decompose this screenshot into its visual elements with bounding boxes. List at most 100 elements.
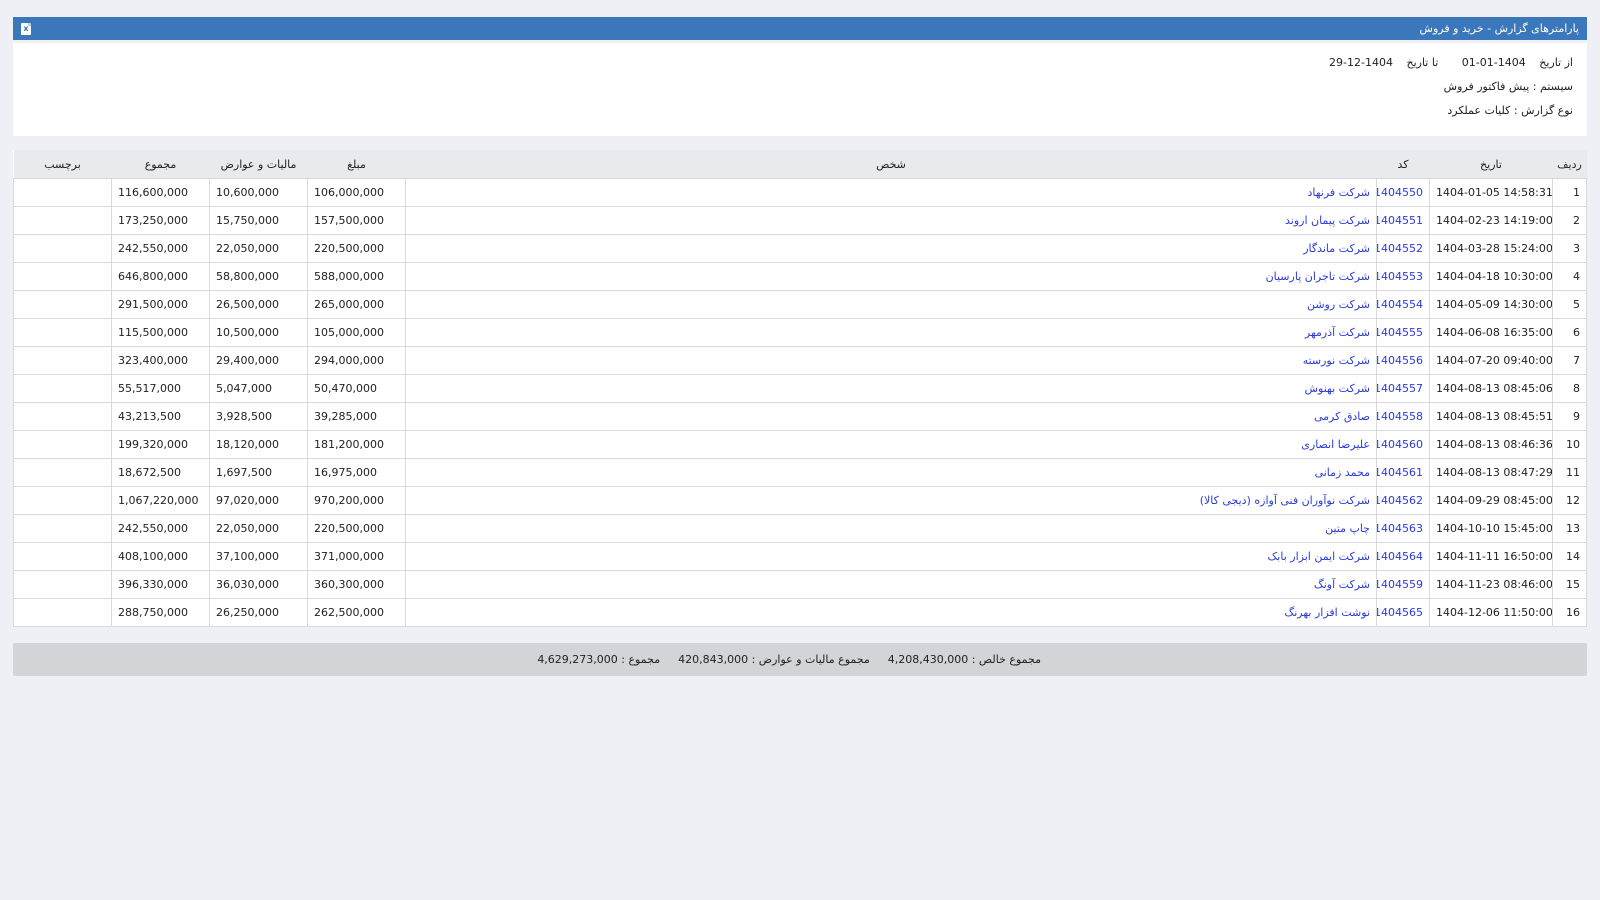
cell-amount: 262,500,000 <box>307 598 406 627</box>
cell-date: 1404-08-13 08:47:29 <box>1429 458 1553 487</box>
col-header-code[interactable]: کد <box>1376 150 1430 179</box>
cell-row-number: 4 <box>1552 262 1587 291</box>
code-link[interactable]: 1404564 <box>1378 550 1424 563</box>
cell-tag <box>13 514 112 543</box>
cell-row-number: 6 <box>1552 318 1587 347</box>
cell-total: 646,800,000 <box>111 262 210 291</box>
cell-row-number: 11 <box>1552 458 1587 487</box>
code-link[interactable]: 1404552 <box>1378 242 1424 255</box>
code-link[interactable]: 1404551 <box>1378 214 1424 227</box>
cell-row-number: 12 <box>1552 486 1587 515</box>
cell-date: 1404-07-20 09:40:00 <box>1429 346 1553 375</box>
person-link[interactable]: شرکت فرنهاد <box>1307 186 1370 199</box>
cell-amount: 360,300,000 <box>307 570 406 599</box>
person-link[interactable]: شرکت آونگ <box>1314 578 1370 591</box>
cell-tag <box>13 346 112 375</box>
cell-tax: 22,050,000 <box>209 514 308 543</box>
col-header-tag[interactable]: برچسب <box>13 150 112 179</box>
code-link[interactable]: 1404560 <box>1378 438 1424 451</box>
table-body: 1 1404-01-05 14:58:31 1404550 شرکت فرنها… <box>13 178 1587 627</box>
cell-tag <box>13 178 112 207</box>
cell-total: 18,672,500 <box>111 458 210 487</box>
cell-amount: 50,470,000 <box>307 374 406 403</box>
code-link[interactable]: 1404555 <box>1378 326 1424 339</box>
code-link[interactable]: 1404558 <box>1378 410 1424 423</box>
cell-tag <box>13 486 112 515</box>
cell-date: 1404-01-05 14:58:31 <box>1429 178 1553 207</box>
person-link[interactable]: شرکت تاجران پارسیان <box>1266 270 1370 283</box>
cell-row-number: 5 <box>1552 290 1587 319</box>
table-row: 4 1404-04-18 10:30:00 1404553 شرکت تاجرا… <box>13 262 1587 291</box>
code-link[interactable]: 1404553 <box>1378 270 1424 283</box>
cell-total: 43,213,500 <box>111 402 210 431</box>
person-link[interactable]: نوشت افزار بهرنگ <box>1284 606 1370 619</box>
cell-tax: 97,020,000 <box>209 486 308 515</box>
cell-tax: 15,750,000 <box>209 206 308 235</box>
person-link[interactable]: علیرضا انصاری <box>1301 438 1370 451</box>
report-table-container: ردیف تاریخ کد شخص مبلغ مالیات و عوارض مج… <box>13 150 1587 627</box>
col-header-tax[interactable]: مالیات و عوارض <box>209 150 308 179</box>
cell-date: 1404-09-29 08:45:00 <box>1429 486 1553 515</box>
col-header-amount[interactable]: مبلغ <box>307 150 406 179</box>
cell-row-number: 2 <box>1552 206 1587 235</box>
cell-total: 408,100,000 <box>111 542 210 571</box>
code-link[interactable]: 1404554 <box>1378 298 1424 311</box>
col-header-row[interactable]: ردیف <box>1552 150 1587 179</box>
person-link[interactable]: شرکت نورسته <box>1303 354 1370 367</box>
cell-tax: 10,500,000 <box>209 318 308 347</box>
cell-amount: 294,000,000 <box>307 346 406 375</box>
table-row: 6 1404-06-08 16:35:00 1404555 شرکت آذرمه… <box>13 318 1587 347</box>
person-link[interactable]: شرکت پیمان اروند <box>1285 214 1370 227</box>
cell-tag <box>13 458 112 487</box>
cell-tax: 26,500,000 <box>209 290 308 319</box>
cell-tax: 29,400,000 <box>209 346 308 375</box>
person-link[interactable]: محمد زمانی <box>1315 466 1370 479</box>
cell-tax: 26,250,000 <box>209 598 308 627</box>
to-date-label: تا تاریخ <box>1406 56 1439 69</box>
code-link[interactable]: 1404559 <box>1378 578 1424 591</box>
cell-tax: 36,030,000 <box>209 570 308 599</box>
code-link[interactable]: 1404556 <box>1378 354 1424 367</box>
cell-date: 1404-05-09 14:30:00 <box>1429 290 1553 319</box>
cell-amount: 106,000,000 <box>307 178 406 207</box>
cell-tax: 1,697,500 <box>209 458 308 487</box>
cell-date: 1404-08-13 08:45:06 <box>1429 374 1553 403</box>
cell-tag <box>13 430 112 459</box>
cell-tag <box>13 262 112 291</box>
cell-tag <box>13 318 112 347</box>
person-link[interactable]: چاپ متین <box>1325 522 1370 535</box>
cell-date: 1404-04-18 10:30:00 <box>1429 262 1553 291</box>
cell-date: 1404-06-08 16:35:00 <box>1429 318 1553 347</box>
person-link[interactable]: شرکت آذرمهر <box>1305 326 1370 339</box>
col-header-total[interactable]: مجموع <box>111 150 210 179</box>
col-header-date[interactable]: تاریخ <box>1429 150 1553 179</box>
person-link[interactable]: شرکت ماندگار <box>1303 242 1370 255</box>
col-header-person[interactable]: شخص <box>405 150 1377 179</box>
cell-row-number: 15 <box>1552 570 1587 599</box>
code-link[interactable]: 1404565 <box>1378 606 1424 619</box>
excel-export-icon[interactable]: x <box>21 22 31 35</box>
cell-total: 323,400,000 <box>111 346 210 375</box>
cell-total: 396,330,000 <box>111 570 210 599</box>
table-row: 1 1404-01-05 14:58:31 1404550 شرکت فرنها… <box>13 178 1587 207</box>
cell-date: 1404-10-10 15:45:00 <box>1429 514 1553 543</box>
totals-bar: مجموع خالص : 4,208,430,000 مجموع مالیات … <box>13 643 1587 676</box>
cell-date: 1404-03-28 15:24:00 <box>1429 234 1553 263</box>
tax-total: مجموع مالیات و عوارض : 420,843,000 <box>678 653 870 666</box>
table-row: 5 1404-05-09 14:30:00 1404554 شرکت روشن … <box>13 290 1587 319</box>
cell-total: 115,500,000 <box>111 318 210 347</box>
cell-total: 1,067,220,000 <box>111 486 210 515</box>
person-link[interactable]: شرکت نوآوران فنی آوازه (دیجی کالا) <box>1200 494 1370 507</box>
table-row: 14 1404-11-11 16:50:00 1404564 شرکت ایمن… <box>13 542 1587 571</box>
cell-total: 199,320,000 <box>111 430 210 459</box>
person-link[interactable]: شرکت بهنوش <box>1305 382 1370 395</box>
person-link[interactable]: شرکت ایمن ابزار بابک <box>1267 550 1370 563</box>
code-link[interactable]: 1404561 <box>1378 466 1424 479</box>
person-link[interactable]: شرکت روشن <box>1307 298 1370 311</box>
code-link[interactable]: 1404563 <box>1378 522 1424 535</box>
code-link[interactable]: 1404562 <box>1378 494 1424 507</box>
person-link[interactable]: صادق کرمی <box>1314 410 1370 423</box>
cell-amount: 588,000,000 <box>307 262 406 291</box>
code-link[interactable]: 1404550 <box>1378 186 1424 199</box>
code-link[interactable]: 1404557 <box>1378 382 1424 395</box>
